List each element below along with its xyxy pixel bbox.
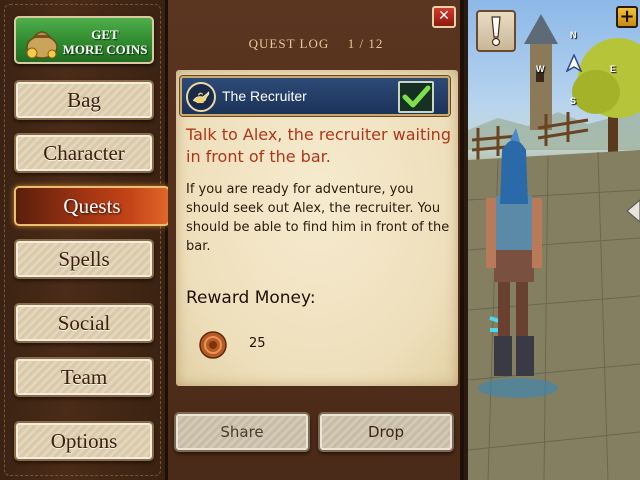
- quest-alert-button[interactable]: [476, 10, 516, 52]
- quest-log-header: QUEST LOG 1 / 12: [168, 36, 464, 52]
- quest-complete-checkbox[interactable]: [398, 81, 434, 113]
- reward-money-label: Reward Money:: [186, 288, 316, 308]
- copper-coin-icon: [199, 331, 227, 359]
- menu-item-label: Character: [43, 140, 125, 165]
- menu-item-label: Quests: [63, 193, 121, 218]
- chevron-left-icon[interactable]: [624, 198, 640, 224]
- quest-summary: Talk to Alex, the recruiter waiting in f…: [186, 125, 451, 166]
- quest-log-panel: QUEST LOG 1 / 12 ✕ The Recruiter Talk to…: [168, 0, 464, 480]
- menu-item-social[interactable]: Social: [14, 303, 154, 343]
- quest-log-page-indicator: 1 / 12: [347, 36, 384, 51]
- menu-item-label: Spells: [58, 246, 110, 271]
- menu-item-spells[interactable]: Spells: [14, 239, 154, 279]
- player-direction-arrow-icon: [566, 54, 582, 72]
- plus-button[interactable]: +: [616, 6, 638, 28]
- menu-item-label: Team: [60, 364, 108, 389]
- share-button-label: Share: [220, 423, 264, 441]
- exclamation-icon: [491, 16, 501, 47]
- quest-list-item-selected[interactable]: The Recruiter: [180, 76, 450, 116]
- menu-item-label: Options: [50, 428, 118, 453]
- menu-item-quests[interactable]: Quests: [14, 186, 170, 226]
- menu-item-bag[interactable]: Bag: [14, 80, 154, 120]
- quest-description: If you are ready for adventure, you shou…: [186, 182, 450, 254]
- compass-west: W: [536, 64, 545, 74]
- menu-item-options[interactable]: Options: [14, 421, 154, 461]
- genie-lamp-icon: [186, 82, 216, 112]
- compass-north: N: [570, 30, 577, 40]
- drop-button[interactable]: Drop: [318, 412, 454, 452]
- main-menu-panel: GET MORE COINS Bag Character Quests Spel…: [0, 0, 170, 480]
- checkmark-icon: [402, 85, 431, 108]
- quest-details-parchment: The Recruiter Talk to Alex, the recruite…: [176, 70, 458, 386]
- game-world-view[interactable]: + N E W S: [468, 0, 640, 480]
- plus-icon: +: [619, 6, 635, 27]
- quest-log-title: QUEST LOG: [248, 36, 330, 51]
- get-more-coins-label: GET MORE COINS: [62, 27, 148, 57]
- get-more-coins-button[interactable]: GET MORE COINS: [14, 16, 154, 64]
- drop-button-label: Drop: [367, 423, 405, 441]
- close-icon: ✕: [438, 8, 450, 24]
- close-button[interactable]: ✕: [432, 6, 456, 28]
- share-button[interactable]: Share: [174, 412, 310, 452]
- menu-item-label: Bag: [67, 87, 101, 112]
- coin-bag-icon: [26, 31, 58, 59]
- compass-south: S: [570, 96, 577, 106]
- menu-item-team[interactable]: Team: [14, 357, 154, 397]
- menu-item-label: Social: [57, 310, 111, 335]
- minimap-compass[interactable]: N E W S: [536, 30, 620, 110]
- compass-east: E: [610, 64, 617, 74]
- menu-item-character[interactable]: Character: [14, 133, 154, 173]
- reward-money-amount: 25: [249, 336, 266, 351]
- quest-name: The Recruiter: [222, 88, 307, 104]
